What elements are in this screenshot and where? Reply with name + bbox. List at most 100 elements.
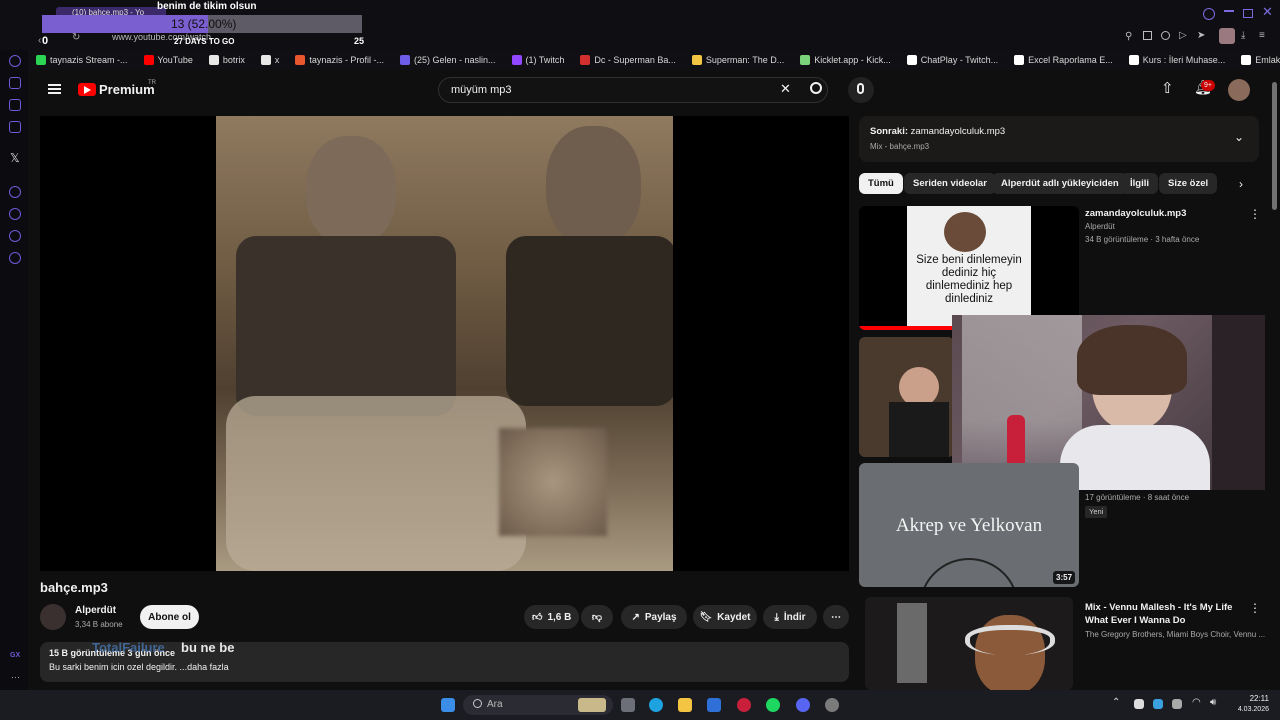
pin-icon[interactable]: ⚲ <box>1125 31 1132 42</box>
x-sidebar-icon[interactable]: 𝕏 <box>10 151 20 165</box>
player-icon[interactable]: ▷ <box>1179 30 1187 41</box>
minimize-icon[interactable] <box>1224 10 1234 12</box>
bookmark-favicon-icon <box>906 55 917 65</box>
vpn-icon[interactable] <box>1161 31 1170 40</box>
snapshot-icon[interactable] <box>1143 31 1152 40</box>
bookmark-item[interactable]: Kicklet.app - Kick... <box>792 55 899 65</box>
gx-icon[interactable]: GX <box>10 652 20 659</box>
clear-search-icon[interactable]: ✕ <box>780 81 791 97</box>
chip-all[interactable]: Tümü <box>859 173 903 194</box>
bookmark-item[interactable]: taynazis Stream -... <box>28 55 136 65</box>
rec-thumb-mic-4 <box>897 603 927 683</box>
send-icon[interactable]: ➤ <box>1197 30 1205 41</box>
bookmark-item[interactable]: (1) Twitch <box>504 55 573 65</box>
speed-dial-icon[interactable] <box>9 55 21 67</box>
bookmark-item[interactable]: YouTube <box>136 55 201 65</box>
dislike-button[interactable]: 👎︎ <box>581 605 613 629</box>
rec-title-1[interactable]: zamandayolculuk.mp3 <box>1085 207 1186 220</box>
bookmark-item[interactable]: Superman: The D... <box>684 55 792 65</box>
network-icon[interactable]: ◠ <box>1192 697 1201 708</box>
upload-icon[interactable]: ⇧ <box>1161 79 1174 97</box>
maximize-icon[interactable] <box>1243 9 1253 18</box>
bookmark-label: x <box>274 55 280 65</box>
bookmark-favicon-icon <box>1014 55 1025 65</box>
bookmark-label: Emlak Danışmanlı... <box>1255 55 1280 65</box>
rec-thumb-headphones-4 <box>965 625 1055 655</box>
spotify-icon[interactable] <box>766 698 780 712</box>
bookmark-item[interactable]: Emlak Danışmanlı... <box>1233 55 1280 65</box>
opera-gx-icon[interactable] <box>737 698 751 712</box>
search-icon[interactable] <box>810 82 822 94</box>
tray-app-icon-1[interactable] <box>1134 699 1144 709</box>
chevron-down-icon[interactable]: ⌄ <box>1234 130 1244 144</box>
bookmark-item[interactable]: ChatPlay - Twitch... <box>899 55 1006 65</box>
discord-icon[interactable] <box>796 698 810 712</box>
user-avatar[interactable] <box>1228 79 1250 101</box>
rec-thumbnail-2[interactable] <box>859 337 954 457</box>
streamer-shirt <box>1060 425 1210 490</box>
chip-series[interactable]: Seriden videolar <box>904 173 996 194</box>
messenger-sidebar-icon[interactable] <box>9 99 21 111</box>
like-button[interactable]: 👍︎ 1,6 B <box>524 605 579 629</box>
bookmark-label: taynazis - Profil -... <box>309 55 384 65</box>
download-icon[interactable]: ⤓ <box>1241 30 1245 41</box>
windows-start-icon[interactable] <box>441 698 455 712</box>
file-explorer-icon[interactable] <box>678 698 692 712</box>
chip-related[interactable]: İlgili <box>1121 173 1158 194</box>
edge-icon[interactable] <box>649 698 663 712</box>
download-button[interactable]: ⤓ İndir <box>763 605 817 629</box>
history-sidebar-icon[interactable] <box>9 208 21 220</box>
bookmark-item[interactable]: Dc - Superman Ba... <box>572 55 684 65</box>
settings-sidebar-icon[interactable] <box>9 252 21 264</box>
share-button[interactable]: ↗ Paylaş <box>621 605 687 629</box>
bookmark-item[interactable]: Kurs : İleri Muhase... <box>1121 55 1234 65</box>
steam-icon[interactable] <box>825 698 839 712</box>
channel-avatar[interactable] <box>40 604 66 630</box>
profile-avatar[interactable] <box>1219 28 1235 44</box>
chip-uploader[interactable]: Alperdüt adlı yükleyiciden <box>992 173 1128 194</box>
hamburger-menu-icon[interactable] <box>48 84 61 86</box>
close-window-icon[interactable]: ✕ <box>1262 4 1273 20</box>
reload-icon[interactable]: ↻ <box>72 32 80 43</box>
page-scrollbar[interactable] <box>1272 82 1277 210</box>
bookmark-item[interactable]: botrix <box>201 55 253 65</box>
twitch-sidebar-icon[interactable] <box>9 77 21 89</box>
chevron-right-icon[interactable]: › <box>1239 177 1243 191</box>
music-sidebar-icon[interactable] <box>9 121 21 133</box>
chip-for-you[interactable]: Size özel <box>1159 173 1218 194</box>
rec-more-icon-4[interactable]: ⋮ <box>1249 601 1261 615</box>
more-sidebar-icon[interactable]: ⋯ <box>11 672 20 683</box>
task-view-icon[interactable] <box>621 698 635 712</box>
subscribe-button[interactable]: Abone ol <box>140 605 199 629</box>
rec-thumbnail-1[interactable]: Size beni dinlemeyin dediniz hiç dinleme… <box>859 206 1079 330</box>
clock-time[interactable]: 22:11 <box>1233 694 1269 703</box>
menu-icon[interactable]: ≡ <box>1259 30 1265 41</box>
clock-date[interactable]: 4.03.2026 <box>1227 706 1269 713</box>
rec-title-4[interactable]: Mix - Vennu Mallesh - It's My Life What … <box>1085 601 1245 627</box>
rec-thumbnail-3[interactable]: Akrep ve Yelkovan 3:57 <box>859 463 1079 587</box>
bookmark-item[interactable]: x <box>253 55 288 65</box>
rec-more-icon-1[interactable]: ⋮ <box>1249 207 1261 221</box>
store-icon[interactable] <box>707 698 721 712</box>
rec-thumbnail-4[interactable] <box>865 597 1073 690</box>
bookmark-item[interactable]: taynazis - Profil -... <box>287 55 392 65</box>
player-sidebar-icon[interactable] <box>9 186 21 198</box>
tray-overflow-icon[interactable]: ⌃ <box>1112 697 1120 708</box>
more-actions-button[interactable]: ⋯ <box>823 605 849 629</box>
search-input[interactable]: müyüm mp3 <box>438 77 828 103</box>
search-icon[interactable] <box>1203 8 1215 20</box>
tray-app-icon-2[interactable] <box>1153 699 1163 709</box>
bookmark-label: YouTube <box>157 55 193 65</box>
bookmark-item[interactable]: (25) Gelen - naslin... <box>392 55 504 65</box>
bookmark-item[interactable]: Excel Raporlama E... <box>1006 55 1121 65</box>
tray-app-icon-3[interactable] <box>1172 699 1182 709</box>
volume-icon[interactable]: 🔊︎ <box>1210 697 1216 708</box>
share-icon: ↗ <box>631 611 640 623</box>
extensions-sidebar-icon[interactable] <box>9 230 21 242</box>
days-left: 27 DAYS TO GO <box>174 37 235 46</box>
back-icon[interactable]: ‹ <box>38 35 41 46</box>
video-player[interactable] <box>40 116 849 571</box>
channel-name[interactable]: Alperdüt <box>75 605 116 616</box>
up-next-panel[interactable]: Sonraki: zamandayolculuk.mp3 Mix - bahçe… <box>859 116 1259 162</box>
save-button[interactable]: 🔖︎ Kaydet <box>693 605 757 629</box>
